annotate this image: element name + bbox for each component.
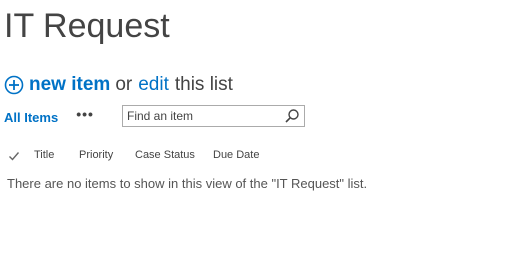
more-views-button[interactable]: ••• (76, 107, 94, 121)
this-list-text: this list (174, 74, 233, 95)
list-page: IT Request new item or edit this list Al… (0, 0, 526, 264)
plus-circle-icon[interactable] (4, 75, 24, 95)
list-header: Title Priority Case Status Due Date (8, 148, 259, 164)
page-title: IT Request (4, 7, 170, 45)
empty-list-message: There are no items to show in this view … (7, 176, 368, 191)
search-input[interactable] (123, 107, 284, 125)
search-box (122, 105, 305, 127)
view-toolbar: All Items ••• (4, 105, 305, 129)
column-header-due-date[interactable]: Due Date (213, 149, 259, 161)
column-header-case-status[interactable]: Case Status (135, 149, 195, 161)
search-icon[interactable] (284, 108, 300, 124)
new-item-link[interactable]: new item (29, 74, 110, 96)
checkmark-icon[interactable] (8, 150, 20, 162)
view-all-items[interactable]: All Items (4, 110, 58, 125)
edit-link[interactable]: edit (138, 74, 169, 96)
column-header-priority[interactable]: Priority (79, 149, 113, 161)
list-actions: new item or edit this list (4, 72, 233, 98)
or-text: or (115, 74, 133, 95)
column-header-title[interactable]: Title (34, 149, 54, 161)
